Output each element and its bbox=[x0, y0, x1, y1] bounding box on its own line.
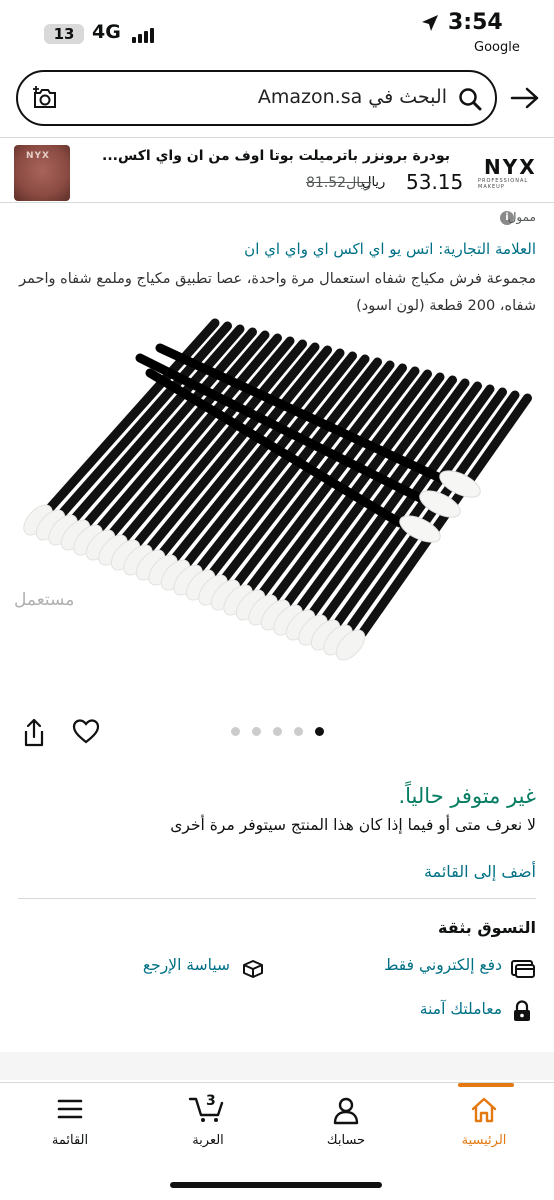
card-icon bbox=[511, 960, 535, 978]
back-to-app-label[interactable]: Google bbox=[474, 40, 520, 55]
trust-section-title: التسوق بثقة bbox=[438, 918, 536, 937]
availability-note: لا نعرف متى أو فيما إذا كان هذا المنتج س… bbox=[170, 816, 536, 834]
camera-search-icon[interactable] bbox=[32, 86, 58, 110]
search-bar[interactable]: البحث في Amazon.sa bbox=[16, 70, 497, 126]
search-input[interactable]: البحث في Amazon.sa bbox=[258, 86, 447, 108]
tab-menu[interactable]: القائمة bbox=[10, 1083, 130, 1163]
tab-cart[interactable]: 3 العربة bbox=[148, 1083, 268, 1163]
tab-account[interactable]: حسابك bbox=[286, 1083, 406, 1163]
lock-icon bbox=[514, 1000, 530, 1021]
hamburger-menu-icon bbox=[57, 1099, 83, 1119]
cart-count: 3 bbox=[206, 1093, 216, 1109]
share-icon[interactable] bbox=[22, 718, 46, 748]
sponsored-product-thumbnail[interactable]: NYX bbox=[14, 145, 70, 201]
sponsored-brand-strip[interactable]: NYX بودرة برونزر باترميلت بوتا اوف من ان… bbox=[0, 137, 554, 203]
network-type: 4G bbox=[92, 21, 121, 43]
availability-status: غير متوفر حالياً. bbox=[398, 784, 536, 808]
signal-icon bbox=[132, 27, 156, 43]
product-title: مجموعة فرش مكياج شفاه استعمال مرة واحدة،… bbox=[19, 271, 536, 314]
add-to-list-link[interactable]: أضف إلى القائمة bbox=[424, 862, 536, 881]
page-dot[interactable] bbox=[294, 727, 303, 736]
tab-home-label: الرئيسية bbox=[461, 1133, 507, 1148]
return-box-icon bbox=[243, 960, 263, 978]
page-dot[interactable] bbox=[252, 727, 261, 736]
secure-transaction-link[interactable]: معاملتك آمنة bbox=[420, 1000, 502, 1018]
home-icon bbox=[471, 1097, 497, 1123]
electronic-payment-link[interactable]: دفع إلكتروني فقط bbox=[384, 956, 502, 974]
sponsored-label: ممول bbox=[507, 210, 536, 224]
watermark-text: مستعمل bbox=[14, 590, 75, 610]
sponsored-product-title[interactable]: بودرة برونزر باترميلت بوتا اوف من ان واي… bbox=[90, 148, 450, 164]
sponsored-old-price: 81.52ريال bbox=[306, 175, 372, 191]
return-policy-link[interactable]: سياسة الإرجع bbox=[143, 956, 230, 974]
tab-cart-label: العربة bbox=[192, 1133, 224, 1148]
tab-home[interactable]: الرئيسية bbox=[424, 1083, 544, 1163]
product-image[interactable] bbox=[0, 318, 554, 698]
brand-link[interactable]: العلامة التجارية: اتس يو اي اكس اي واي ا… bbox=[244, 240, 536, 258]
heart-icon[interactable] bbox=[72, 718, 100, 744]
person-icon bbox=[333, 1097, 359, 1125]
section-gap bbox=[0, 1052, 554, 1080]
arrow-right-icon[interactable] bbox=[510, 86, 540, 110]
status-bar: 13 4G 3:54 Google bbox=[0, 0, 554, 60]
divider bbox=[18, 898, 536, 899]
page-dot[interactable] bbox=[231, 727, 240, 736]
tab-account-label: حسابك bbox=[326, 1133, 366, 1148]
page-dot-active[interactable] bbox=[315, 727, 324, 736]
search-icon[interactable] bbox=[457, 86, 483, 112]
sponsored-price: 53.15 bbox=[406, 170, 464, 194]
tab-menu-label: القائمة bbox=[51, 1133, 89, 1148]
home-indicator bbox=[170, 1182, 382, 1188]
clock: 3:54 bbox=[448, 10, 503, 35]
brand-logo-subtitle: PROFESSIONAL MAKEUP bbox=[478, 178, 529, 190]
page-dot[interactable] bbox=[273, 727, 282, 736]
location-arrow-icon bbox=[422, 15, 438, 31]
battery-indicator: 13 bbox=[44, 24, 84, 44]
brand-logo: NYX bbox=[484, 155, 537, 179]
